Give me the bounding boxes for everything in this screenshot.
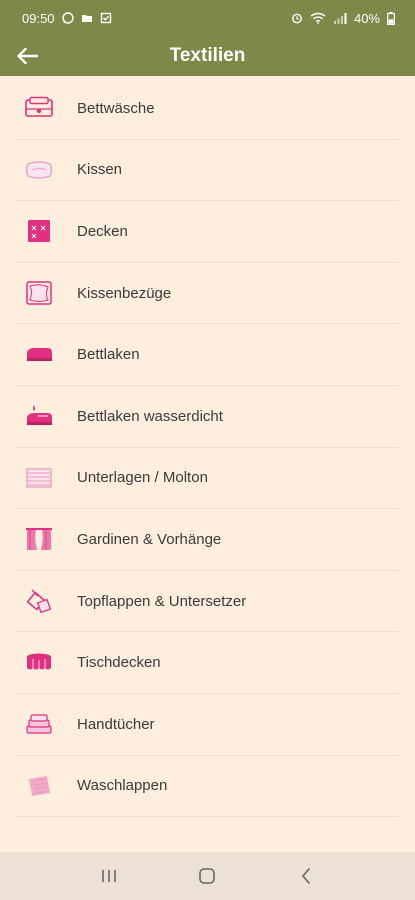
category-list: Bettwäsche Kissen Decken Kissenbezüge Be… (0, 78, 415, 818)
list-item-handtuecher[interactable]: Handtücher (16, 694, 399, 756)
list-item-label: Gardinen & Vorhänge (77, 530, 222, 548)
underlay-icon (24, 465, 54, 491)
list-item-label: Bettwäsche (77, 99, 155, 117)
list-item-tischdecken[interactable]: Tischdecken (16, 632, 399, 694)
clock: 09:50 (22, 10, 55, 26)
recent-apps-button[interactable] (91, 861, 127, 891)
tablecloth-icon (24, 650, 54, 676)
curtains-icon (24, 526, 54, 552)
list-item-unterlagen-molton[interactable]: Unterlagen / Molton (16, 448, 399, 510)
system-navigation-bar (0, 852, 415, 900)
list-item-kissenbezuege[interactable]: Kissenbezüge (16, 263, 399, 325)
wifi-icon (310, 12, 326, 24)
back-nav-button[interactable] (288, 861, 324, 891)
list-item-bettlaken[interactable]: Bettlaken (16, 324, 399, 386)
blanket-icon (24, 218, 54, 244)
list-item-label: Bettlaken (77, 346, 140, 364)
waterproof-sheet-icon (24, 403, 54, 429)
list-item-label: Tischdecken (77, 654, 161, 672)
app-bar: Textilien (0, 36, 415, 76)
potholder-icon (24, 588, 54, 614)
list-item-topflappen-untersetzer[interactable]: Topflappen & Untersetzer (16, 571, 399, 633)
list-item-label: Unterlagen / Molton (77, 469, 208, 487)
home-icon (199, 868, 216, 884)
list-item-bettlaken-wasserdicht[interactable]: Bettlaken wasserdicht (16, 386, 399, 448)
list-item-gardinen-vorhaenge[interactable]: Gardinen & Vorhänge (16, 509, 399, 571)
list-item-label: Waschlappen (77, 777, 168, 795)
chevron-left-icon (301, 868, 310, 884)
bed-sheet-icon (24, 342, 54, 368)
battery-icon (387, 12, 395, 26)
pillow-icon (24, 157, 54, 183)
checklist-icon (100, 12, 112, 24)
list-item-decken[interactable]: Decken (16, 201, 399, 263)
status-bar: 09:50 40% (0, 0, 415, 36)
recent-apps-icon (102, 870, 116, 882)
list-item-kissen[interactable]: Kissen (16, 140, 399, 202)
page-title: Textilien (169, 45, 246, 66)
home-button[interactable] (189, 861, 225, 891)
list-item-label: Handtücher (77, 715, 155, 733)
list-item-label: Kissen (77, 161, 123, 179)
list-item-label: Topflappen & Untersetzer (77, 592, 247, 610)
washcloth-icon (24, 773, 54, 799)
bed-linen-icon (24, 95, 54, 121)
list-item-waschlappen[interactable]: Waschlappen (16, 756, 399, 818)
signal-icon (333, 12, 347, 24)
list-item-label: Kissenbezüge (77, 284, 172, 302)
list-item-bettwaesche[interactable]: Bettwäsche (16, 78, 399, 140)
pillowcase-icon (24, 280, 54, 306)
towels-icon (24, 711, 54, 737)
list-item-label: Bettlaken wasserdicht (77, 407, 223, 425)
battery-level: 40% (353, 10, 380, 26)
list-item-label: Decken (77, 222, 128, 240)
alarm-icon (291, 12, 303, 24)
folder-icon (81, 12, 93, 24)
whatsapp-icon (61, 12, 74, 24)
